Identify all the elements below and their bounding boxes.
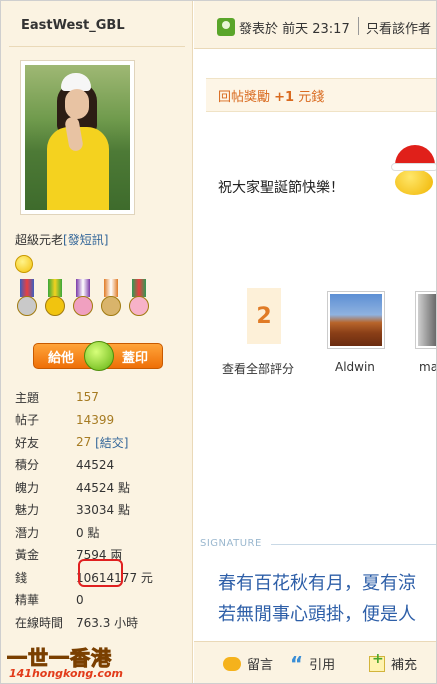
post-container: EastWest_GBL 超級元老[發短訊] 給他 蓋印 主題 157 帖子 1… xyxy=(0,0,437,684)
user-sidebar: EastWest_GBL 超級元老[發短訊] 給他 蓋印 主題 157 帖子 1… xyxy=(1,1,193,683)
stat-value-link[interactable]: 27 xyxy=(76,435,91,449)
stat-key: 黃金 xyxy=(15,548,40,563)
only-author-link[interactable]: 只看該作者 xyxy=(366,18,431,37)
medal-icon[interactable] xyxy=(71,279,95,319)
stat-row: 帖子 14399 xyxy=(15,409,185,432)
avatar-frame[interactable] xyxy=(20,60,135,215)
stamp-ball-icon xyxy=(84,341,114,371)
stamp-button-right: 蓋印 xyxy=(121,350,148,366)
rank-label: 超級元老 xyxy=(15,233,64,247)
reward-amount: +1 xyxy=(274,90,295,105)
stamp-button-left: 給他 xyxy=(48,350,75,366)
stat-value: 0 xyxy=(76,592,84,607)
stat-row: 魅力 33034 點 xyxy=(15,499,185,522)
stat-value: 0 點 xyxy=(76,525,100,540)
medal-icon[interactable] xyxy=(43,279,67,319)
divider xyxy=(358,17,359,35)
stat-row: 主題 157 xyxy=(15,386,185,409)
stat-row: 魄力 44524 點 xyxy=(15,476,185,499)
annotation-circle xyxy=(78,559,123,587)
watermark-url: 141hongkong.com xyxy=(9,667,123,680)
signature-divider xyxy=(271,544,436,545)
stat-key: 好友 xyxy=(15,435,40,450)
stat-key: 帖子 xyxy=(15,413,40,428)
stat-key: 魅力 xyxy=(15,503,40,518)
post-time: 發表於 前天 23:17 xyxy=(239,22,350,37)
medal-icon[interactable] xyxy=(15,279,39,319)
stat-key: 在線時間 xyxy=(15,615,64,630)
comment-label: 留言 xyxy=(247,658,274,673)
add-friend-link[interactable]: [結交] xyxy=(95,436,128,450)
rater-name[interactable]: Aldwin xyxy=(335,360,375,374)
stat-row: 積分 44524 xyxy=(15,454,185,477)
stat-value-link[interactable]: 157 xyxy=(76,390,99,404)
add-note-icon xyxy=(369,651,385,672)
rater-name[interactable]: ma xyxy=(419,360,436,374)
stat-value: 763.3 小時 xyxy=(76,615,139,630)
signature-line: 若無閒事心頭掛，便是人 xyxy=(218,604,416,625)
medal-icon[interactable] xyxy=(127,279,151,319)
medal-icon[interactable] xyxy=(99,279,123,319)
stat-row: 潛力 0 點 xyxy=(15,521,185,544)
stat-key: 精華 xyxy=(15,593,40,608)
stat-value: 33034 點 xyxy=(76,503,130,518)
santa-smiley-icon xyxy=(391,145,436,195)
comment-button[interactable]: 留言 xyxy=(223,654,273,673)
stat-key: 魄力 xyxy=(15,480,40,495)
reply-reward-bar: 回帖獎勵 +1 元錢 xyxy=(206,78,436,112)
stat-key: 積分 xyxy=(15,458,40,473)
send-message-link[interactable]: [發短訊] xyxy=(63,233,108,247)
stat-value: 44524 點 xyxy=(76,480,130,495)
rater-avatar[interactable] xyxy=(415,291,436,349)
quote-button[interactable]: “ 引用 xyxy=(290,651,336,676)
divider xyxy=(9,46,185,47)
quote-label: 引用 xyxy=(309,658,336,673)
signature-line: 春有百花秋有月，夏有涼 xyxy=(218,573,416,594)
online-user-icon xyxy=(217,18,235,36)
supplement-button[interactable]: 補充 xyxy=(369,651,418,673)
username-link[interactable]: EastWest_GBL xyxy=(21,18,125,33)
stat-key: 潛力 xyxy=(15,525,40,540)
quote-icon: “ xyxy=(290,651,304,676)
reply-reward: 回帖獎勵 +1 元錢 xyxy=(218,90,325,105)
post-header: 發表於 前天 23:17 只看該作者 xyxy=(194,1,436,49)
post-actions: 留言 “ 引用 補充 xyxy=(194,641,436,683)
view-all-ratings-link[interactable]: 查看全部評分 xyxy=(222,360,294,377)
site-watermark-logo: 一世一香港 141hongkong.com xyxy=(5,642,129,682)
online-smiley-icon xyxy=(15,255,33,273)
user-stats: 主題 157 帖子 14399 好友 27 [結交] 積分 44524 魄力 44524 … xyxy=(15,386,185,634)
stamp-button[interactable]: 給他 蓋印 xyxy=(33,341,163,371)
stat-value: 44524 xyxy=(76,457,115,472)
stat-value-link[interactable]: 14399 xyxy=(76,413,114,427)
post-message: 祝大家聖誕節快樂！ xyxy=(218,180,344,196)
stat-key: 主題 xyxy=(15,390,40,405)
rater-avatar[interactable] xyxy=(327,291,385,349)
stat-row: 在線時間 763.3 小時 xyxy=(15,611,185,634)
stat-row: 好友 27 [結交] xyxy=(15,431,185,454)
supplement-label: 補充 xyxy=(391,658,418,673)
avatar[interactable] xyxy=(25,65,130,210)
stat-key: 錢 xyxy=(15,570,28,585)
comment-bubble-icon xyxy=(223,656,241,671)
medal-list xyxy=(15,279,151,319)
user-rank: 超級元老[發短訊] xyxy=(15,231,108,248)
rating-count[interactable]: 2 xyxy=(247,288,281,344)
stat-row: 精華 0 xyxy=(15,589,185,612)
signature-label: SIGNATURE xyxy=(200,538,262,549)
